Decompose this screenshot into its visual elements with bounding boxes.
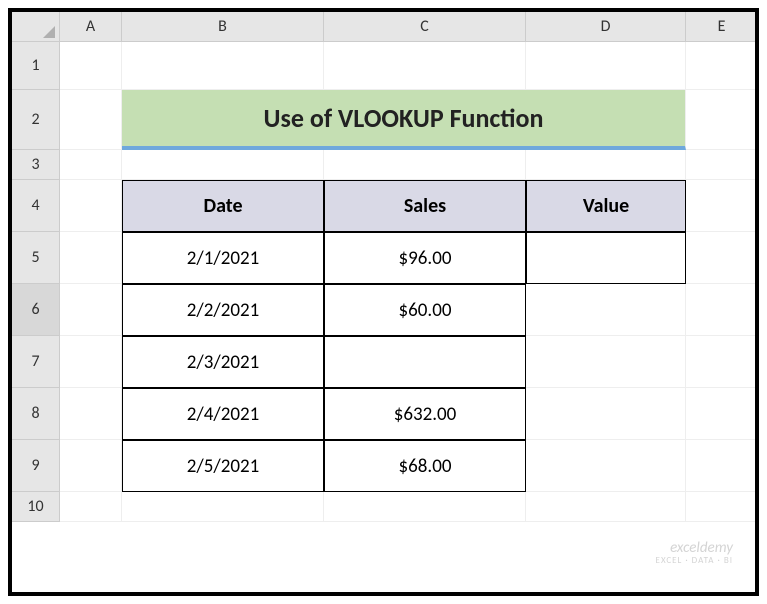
cell-date-2[interactable]: 2/3/2021: [122, 336, 324, 388]
cell-value-0[interactable]: [526, 232, 686, 284]
col-header-c[interactable]: C: [324, 12, 526, 42]
cell-a1[interactable]: [60, 42, 122, 90]
cell-b1[interactable]: [122, 42, 324, 90]
cell-e7[interactable]: [686, 336, 758, 388]
cell-c1[interactable]: [324, 42, 526, 90]
row-header-4[interactable]: 4: [12, 180, 60, 232]
cell-d8[interactable]: [526, 388, 686, 440]
header-date[interactable]: Date: [122, 180, 324, 232]
cell-a9[interactable]: [60, 440, 122, 492]
cell-sales-4[interactable]: $68.00: [324, 440, 526, 492]
cell-date-4[interactable]: 2/5/2021: [122, 440, 324, 492]
cell-a5[interactable]: [60, 232, 122, 284]
col-header-b[interactable]: B: [122, 12, 324, 42]
cell-date-0[interactable]: 2/1/2021: [122, 232, 324, 284]
row-header-2[interactable]: 2: [12, 90, 60, 150]
cell-sales-1[interactable]: $60.00: [324, 284, 526, 336]
cell-d7[interactable]: [526, 336, 686, 388]
cell-d6[interactable]: [526, 284, 686, 336]
cell-b3[interactable]: [122, 150, 324, 180]
watermark-main: exceldemy: [656, 540, 733, 557]
cell-a7[interactable]: [60, 336, 122, 388]
cell-sales-2[interactable]: [324, 336, 526, 388]
row-header-7[interactable]: 7: [12, 336, 60, 388]
cell-d3[interactable]: [526, 150, 686, 180]
title-cell[interactable]: Use of VLOOKUP Function: [122, 90, 686, 150]
cell-date-1[interactable]: 2/2/2021: [122, 284, 324, 336]
row-header-1[interactable]: 1: [12, 42, 60, 90]
row-header-6[interactable]: 6: [12, 284, 60, 336]
cell-e9[interactable]: [686, 440, 758, 492]
cell-date-3[interactable]: 2/4/2021: [122, 388, 324, 440]
cell-c3[interactable]: [324, 150, 526, 180]
select-all-corner[interactable]: [12, 12, 60, 42]
row-header-3[interactable]: 3: [12, 150, 60, 180]
col-header-e[interactable]: E: [686, 12, 758, 42]
header-sales[interactable]: Sales: [324, 180, 526, 232]
row-header-5[interactable]: 5: [12, 232, 60, 284]
cell-e8[interactable]: [686, 388, 758, 440]
cell-d10[interactable]: [526, 492, 686, 522]
cell-e2[interactable]: [686, 90, 758, 150]
cell-a4[interactable]: [60, 180, 122, 232]
cell-a8[interactable]: [60, 388, 122, 440]
row-header-9[interactable]: 9: [12, 440, 60, 492]
cell-d1[interactable]: [526, 42, 686, 90]
cell-e1[interactable]: [686, 42, 758, 90]
row-header-10[interactable]: 10: [12, 492, 60, 522]
cell-a10[interactable]: [60, 492, 122, 522]
cell-e10[interactable]: [686, 492, 758, 522]
cell-sales-0[interactable]: $96.00: [324, 232, 526, 284]
cell-e6[interactable]: [686, 284, 758, 336]
spreadsheet-grid: A B C D E 1 2 Use of VLOOKUP Function 3 …: [12, 12, 755, 522]
cell-a3[interactable]: [60, 150, 122, 180]
cell-b10[interactable]: [122, 492, 324, 522]
row-header-8[interactable]: 8: [12, 388, 60, 440]
watermark-sub: EXCEL · DATA · BI: [656, 556, 733, 566]
spreadsheet-frame: A B C D E 1 2 Use of VLOOKUP Function 3 …: [8, 8, 759, 596]
cell-e5[interactable]: [686, 232, 758, 284]
cell-e4[interactable]: [686, 180, 758, 232]
cell-e3[interactable]: [686, 150, 758, 180]
cell-a2[interactable]: [60, 90, 122, 150]
watermark: exceldemy EXCEL · DATA · BI: [656, 540, 733, 566]
cell-a6[interactable]: [60, 284, 122, 336]
cell-d9[interactable]: [526, 440, 686, 492]
cell-c10[interactable]: [324, 492, 526, 522]
col-header-d[interactable]: D: [526, 12, 686, 42]
header-value[interactable]: Value: [526, 180, 686, 232]
cell-sales-3[interactable]: $632.00: [324, 388, 526, 440]
col-header-a[interactable]: A: [60, 12, 122, 42]
